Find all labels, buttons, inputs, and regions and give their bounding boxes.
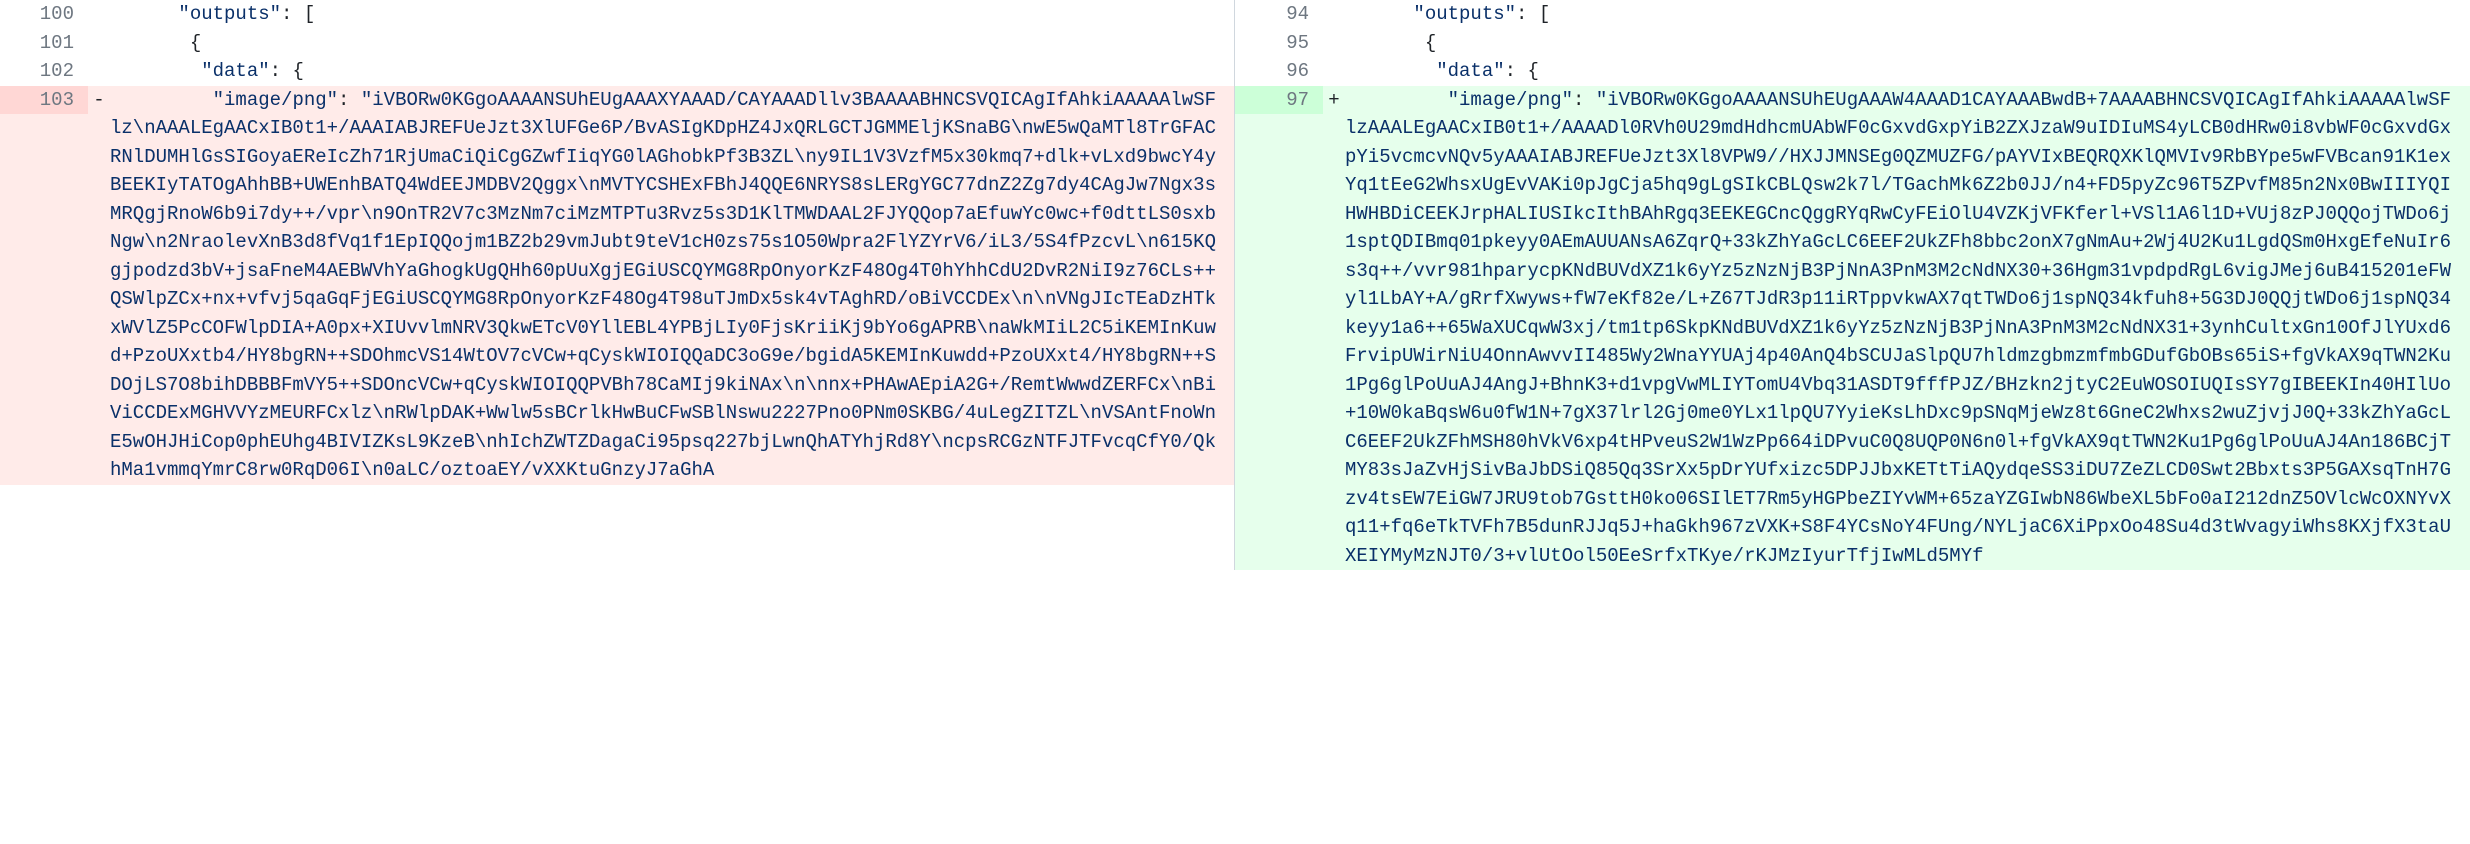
diff-split-view: 100 "outputs": [ 101 { 102 "data": { 103… [0,0,2470,570]
diff-line-deletion: 103 - "image/png": "iVBORw0KGgoAAAANSUhE… [0,86,1234,485]
diff-marker-minus: - [88,86,110,115]
code-cell: "outputs": [ [1345,0,2470,29]
code-cell: { [1345,29,2470,58]
line-number: 97 [1235,86,1323,115]
line-number: 94 [1235,0,1323,29]
diff-marker-plus: + [1323,86,1345,115]
line-number: 103 [0,86,88,115]
code-cell: "outputs": [ [110,0,1234,29]
diff-side-right: 94 "outputs": [ 95 { 96 "data": { 97 + "… [1235,0,2470,570]
diff-line: 101 { [0,29,1234,58]
diff-side-left: 100 "outputs": [ 101 { 102 "data": { 103… [0,0,1235,570]
diff-line: 95 { [1235,29,2470,58]
code-cell: "data": { [110,57,1234,86]
code-cell: "data": { [1345,57,2470,86]
code-cell: { [110,29,1234,58]
code-cell: "image/png": "iVBORw0KGgoAAAANSUhEUgAAAX… [110,86,1234,485]
line-number: 95 [1235,29,1323,58]
diff-line: 102 "data": { [0,57,1234,86]
diff-line: 94 "outputs": [ [1235,0,2470,29]
line-number: 101 [0,29,88,58]
line-number: 100 [0,0,88,29]
diff-line: 96 "data": { [1235,57,2470,86]
line-number: 96 [1235,57,1323,86]
line-number: 102 [0,57,88,86]
diff-line-addition: 97 + "image/png": "iVBORw0KGgoAAAANSUhEU… [1235,86,2470,571]
code-cell: "image/png": "iVBORw0KGgoAAAANSUhEUgAAAW… [1345,86,2470,571]
diff-line: 100 "outputs": [ [0,0,1234,29]
